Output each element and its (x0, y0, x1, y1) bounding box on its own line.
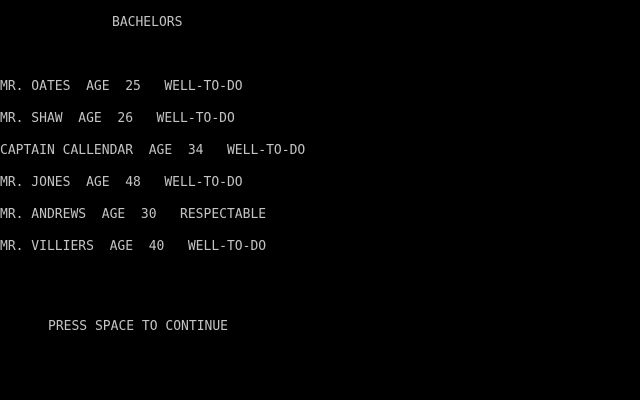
bachelor-entry: MR. SHAW AGE 26 WELL-TO-DO (0, 111, 235, 126)
bachelor-entry: MR. OATES AGE 25 WELL-TO-DO (0, 79, 243, 94)
screen-title: BACHELORS (112, 15, 183, 30)
continue-prompt[interactable]: PRESS SPACE TO CONTINUE (48, 319, 228, 335)
bachelor-entry: MR. VILLIERS AGE 40 WELL-TO-DO (0, 239, 267, 254)
game-screen: BACHELORS MR. OATES AGE 25 WELL-TO-DO MR… (0, 0, 640, 400)
bachelor-entry: CAPTAIN CALLENDAR AGE 34 WELL-TO-DO (0, 143, 306, 158)
bachelor-entry: MR. JONES AGE 48 WELL-TO-DO (0, 175, 243, 190)
bachelor-entry: MR. ANDREWS AGE 30 RESPECTABLE (0, 207, 267, 222)
